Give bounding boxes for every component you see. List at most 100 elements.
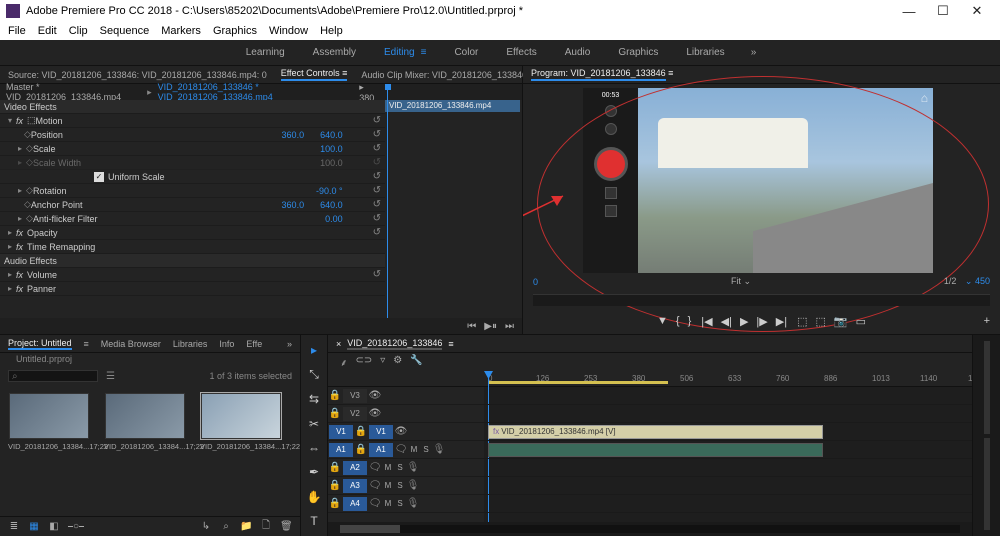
effect-motion[interactable]: Motion [36,116,63,126]
track-header-a3[interactable]: 🔒A3🗨MS🎙 [328,477,484,495]
export-frame-icon[interactable]: 📷 [834,315,848,328]
prop-position[interactable]: Position [31,130,63,140]
track-header-a4[interactable]: 🔒A4🗨MS🎙 [328,495,484,513]
timeline-tracks[interactable]: 0126253380506633760886101311401267 fxVID… [484,371,972,522]
filter-bin-icon[interactable]: ☰ [106,371,115,382]
reset-rotation[interactable]: ↺ [373,185,381,196]
comparison-icon[interactable]: ▭ [856,315,866,328]
automate-icon[interactable]: ↳ [200,521,212,532]
program-timecode[interactable]: 0 [533,277,538,287]
icon-view-icon[interactable]: ▦ [28,521,40,532]
anchor-x[interactable]: 360.0 [282,200,305,210]
position-y[interactable]: 640.0 [320,130,343,140]
track-header-v2[interactable]: 🔒V2👁 [328,405,484,423]
effect-remap[interactable]: Time Remapping [27,242,95,252]
wrench-icon[interactable]: 🔧 [410,355,422,369]
bin-item[interactable]: VID_20181206_13384...17;22 [104,393,186,451]
time-ruler[interactable]: 0126253380506633760886101311401267 [484,371,972,387]
new-item-icon[interactable]: 🗋 [260,518,272,535]
minimize-button[interactable]: — [892,0,926,22]
track-header-v3[interactable]: 🔒V3👁 [328,387,484,405]
uniform-scale-checkbox[interactable]: ✓ [94,172,104,182]
search-input[interactable]: ⌕ [8,370,98,382]
bin-item[interactable]: VID_20181206_13384...17;22 [200,393,282,451]
flicker-val[interactable]: 0.00 [325,214,343,224]
step-forward-icon[interactable]: |▶ [756,315,767,328]
tab-effects[interactable]: Effe [246,339,262,349]
tab-project[interactable]: Project: Untitled [8,338,72,350]
tab-libraries[interactable]: Libraries [173,339,208,349]
workspace-graphics[interactable]: Graphics [604,43,672,62]
bin-item[interactable]: VID_20181206_13384...17;22 [8,393,90,451]
timeline-scrollbar[interactable] [340,525,960,533]
prop-anchor[interactable]: Anchor Point [31,200,83,210]
linked-selection-icon[interactable]: ⊂⊃ [356,355,373,369]
audio-clip[interactable] [488,443,823,457]
zoom-dropdown[interactable]: 1/2 [944,276,957,286]
add-marker-icon[interactable]: ▼ [657,315,668,328]
workspace-color[interactable]: Color [440,43,492,62]
track-header-a1[interactable]: A1🔒A1🗨MS🎙 [328,441,484,459]
video-clip[interactable]: fxVID_20181206_133846.mp4 [V] [488,425,823,439]
prop-scale[interactable]: Scale [33,144,56,154]
workspace-effects[interactable]: Effects [492,43,550,62]
list-view-icon[interactable]: ≣ [8,521,20,532]
extract-icon[interactable]: ⬚ [815,315,825,328]
close-button[interactable]: ✕ [960,0,994,22]
ripple-tool[interactable]: ⇆ [306,392,322,406]
lift-icon[interactable]: ⬚ [797,315,807,328]
reset-anchor[interactable]: ↺ [373,199,381,210]
position-x[interactable]: 360.0 [282,130,305,140]
clear-icon[interactable]: 🗑 [280,521,292,532]
maximize-button[interactable]: ☐ [926,0,960,22]
go-to-out-icon[interactable]: ▶| [776,315,787,328]
tab-effect-controls[interactable]: Effect Controls ≡ [281,68,348,81]
razor-tool[interactable]: ✂ [306,417,322,431]
source-a1[interactable]: A1 [329,443,353,457]
go-to-in-icon[interactable]: |◀ [701,315,712,328]
reset-volume[interactable]: ↺ [373,269,381,280]
prop-flicker[interactable]: Anti-flicker Filter [33,214,98,224]
tab-media-browser[interactable]: Media Browser [101,339,161,349]
go-to-next-icon[interactable]: ⏭ [505,321,514,332]
menu-sequence[interactable]: Sequence [100,25,150,37]
new-bin-icon[interactable]: 📁 [240,521,252,532]
effect-opacity[interactable]: Opacity [27,228,58,238]
zoom-slider[interactable]: ⎯○⎯ [68,521,80,532]
program-title[interactable]: Program: VID_20181206_133846 [531,68,666,81]
go-to-prev-icon[interactable]: ⏮ [467,321,476,332]
marker-icon[interactable]: ▿ [380,355,385,369]
track-header-v1[interactable]: V1🔒V1👁 [328,423,484,441]
workspace-assembly[interactable]: Assembly [299,43,370,62]
workspace-overflow[interactable]: » [739,47,769,58]
menu-help[interactable]: Help [320,25,343,37]
tab-overflow[interactable]: » [287,339,292,349]
button-editor[interactable]: + [984,315,990,327]
type-tool[interactable]: T [306,514,322,528]
effect-volume[interactable]: Volume [27,270,57,280]
workspace-libraries[interactable]: Libraries [672,43,738,62]
tab-source[interactable]: Source: VID_20181206_133846: VID_2018120… [8,70,267,80]
settings-icon[interactable]: ⚙ [393,355,402,369]
effect-timeline[interactable]: VID_20181206_133846.mp4 [385,84,522,318]
reset-motion[interactable]: ↺ [373,115,381,126]
selection-tool[interactable]: ▸ [306,343,322,357]
mark-in-icon[interactable]: { [676,315,680,328]
find-icon[interactable]: ⌕ [220,521,232,532]
workspace-audio[interactable]: Audio [551,43,605,62]
program-scrubber[interactable] [533,294,990,306]
reset-scale[interactable]: ↺ [373,143,381,154]
menu-file[interactable]: File [8,25,26,37]
menu-clip[interactable]: Clip [69,25,88,37]
prop-rotation[interactable]: Rotation [33,186,67,196]
motion-toggle[interactable]: ⬚ [27,115,36,126]
anchor-y[interactable]: 640.0 [320,200,343,210]
effect-track-clip[interactable]: VID_20181206_133846.mp4 [385,100,520,112]
play-toggle-icon[interactable]: ▶⏸ [484,321,497,332]
fit-dropdown[interactable]: Fit [731,276,741,286]
menu-graphics[interactable]: Graphics [213,25,257,37]
mark-out-icon[interactable]: } [688,315,692,328]
menu-markers[interactable]: Markers [161,25,201,37]
sequence-tab[interactable]: VID_20181206_133846 [347,338,442,350]
snap-icon[interactable]: ⸙ [340,355,348,369]
